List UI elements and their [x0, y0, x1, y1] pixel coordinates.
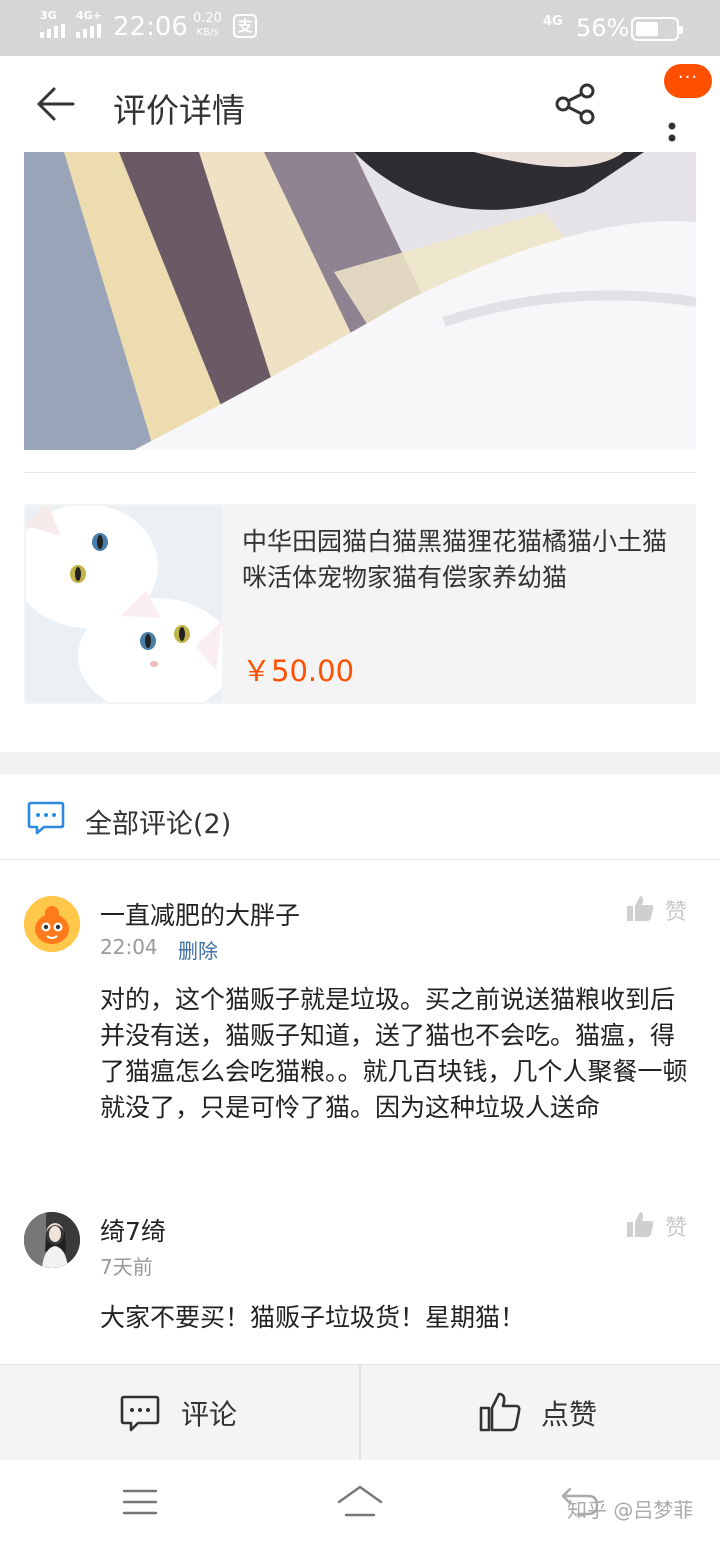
- thumbs-up-icon: [627, 1212, 654, 1237]
- review-photo[interactable]: [24, 152, 696, 450]
- comment-username[interactable]: 一直减肥的大胖子: [100, 896, 300, 932]
- comment-time: 7天前: [100, 1255, 153, 1279]
- divider: [24, 472, 696, 473]
- product-title: 中华田园猫白猫黑猫狸花猫橘猫小土猫咪活体宠物家猫有偿家养幼猫: [242, 527, 668, 592]
- battery-icon: [631, 17, 683, 41]
- notification-badge[interactable]: ···: [664, 64, 712, 98]
- comment-bubble-icon: [120, 1395, 160, 1432]
- network-speed: 0.20 KB/s: [193, 12, 222, 40]
- like-label: 赞: [665, 900, 688, 925]
- section-gap: [0, 752, 720, 774]
- like-button[interactable]: 赞: [625, 894, 689, 925]
- comments-header: 全部评论(2): [0, 774, 720, 860]
- like-action-button[interactable]: 点赞: [361, 1365, 720, 1461]
- avatar[interactable]: [24, 1212, 80, 1268]
- comment-username[interactable]: 绮7绮: [100, 1212, 166, 1248]
- page-title: 评价详情: [113, 91, 245, 130]
- like-button-label: 点赞: [541, 1398, 598, 1431]
- comment-text: 大家不要买！猫贩子垃圾货！星期猫！: [100, 1303, 526, 1332]
- menu-icon[interactable]: [122, 1488, 158, 1516]
- thumbs-up-icon: [479, 1392, 521, 1432]
- bottom-action-bar: 评论 点赞: [0, 1364, 720, 1461]
- signal-icon: [76, 24, 106, 38]
- delete-button[interactable]: 删除: [178, 935, 218, 964]
- network-4g-label: 4G: [543, 14, 563, 29]
- product-price: ￥50.00: [242, 654, 355, 688]
- network-3g-label: 3G: [40, 9, 57, 22]
- network-4g-plus-label: 4G+: [76, 9, 102, 22]
- comment-item: 绮7绮 7天前 赞 大家不要买！猫贩子垃圾货！星期猫！: [0, 1196, 720, 1356]
- speed-unit: KB/s: [196, 27, 219, 38]
- status-bar: 3G 4G+ 22:06 0.20 KB/s 支 4G 56%: [0, 0, 720, 56]
- comment-time: 22:04: [100, 935, 158, 959]
- comment-button-label: 评论: [181, 1398, 238, 1431]
- home-icon[interactable]: [336, 1484, 384, 1518]
- like-button[interactable]: 赞: [625, 1210, 689, 1241]
- battery-percent: 56%: [576, 14, 630, 42]
- comment-item: 一直减肥的大胖子 22:04 删除 赞 对的，这个猫贩子就是垃圾。买之前说送猫粮…: [0, 880, 720, 1180]
- comment-button[interactable]: 评论: [0, 1365, 360, 1461]
- thumbs-up-icon: [627, 896, 654, 921]
- speed-value: 0.20: [193, 11, 222, 26]
- watermark: 知乎 @吕梦菲: [567, 1498, 694, 1522]
- product-card[interactable]: 中华田园猫白猫黑猫狸花猫橘猫小土猫咪活体宠物家猫有偿家养幼猫 ￥50.00: [24, 504, 696, 704]
- header: 评价详情 ···: [0, 56, 720, 152]
- signal-icon: [40, 24, 70, 38]
- like-label: 赞: [665, 1216, 688, 1241]
- system-nav-bar: 知乎 @吕梦菲: [0, 1460, 720, 1544]
- comment-text: 对的，这个猫贩子就是垃圾。买之前说送猫粮收到后并没有送，猫贩子知道，送了猫也不会…: [100, 985, 688, 1122]
- product-thumbnail: [26, 506, 222, 702]
- comment-bubble-icon: [27, 801, 65, 835]
- share-icon[interactable]: [553, 82, 597, 126]
- back-arrow-icon[interactable]: [36, 86, 76, 122]
- avatar[interactable]: [24, 896, 80, 952]
- comments-title: 全部评论(2): [85, 809, 232, 840]
- alipay-icon: 支: [233, 14, 257, 38]
- clock: 22:06: [113, 12, 188, 42]
